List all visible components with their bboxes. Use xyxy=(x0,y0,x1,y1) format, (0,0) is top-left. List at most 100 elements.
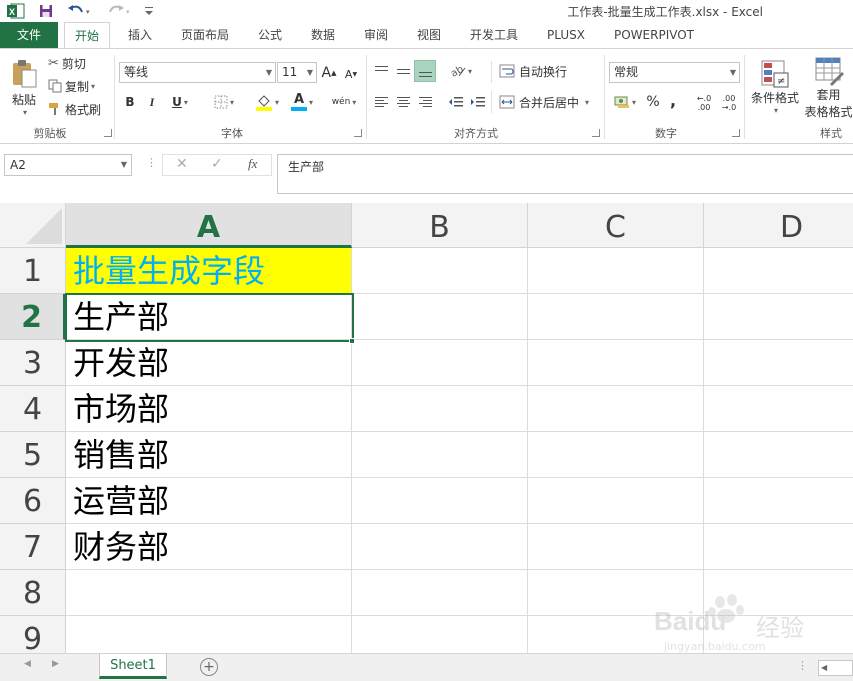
grow-font-button[interactable]: A ▲ xyxy=(321,63,337,83)
align-middle-button[interactable] xyxy=(394,61,412,81)
tab-page-layout[interactable]: 页面布局 xyxy=(172,22,238,48)
accounting-format-button[interactable]: ▾ xyxy=(610,93,640,111)
format-as-table-button[interactable]: 套用 表格格式 xyxy=(804,55,853,121)
borders-button[interactable]: ▾ xyxy=(207,93,241,111)
cell-c6[interactable] xyxy=(528,478,704,524)
enter-icon[interactable]: ✓ xyxy=(211,156,223,172)
cell-d6[interactable] xyxy=(704,478,853,524)
cell-b6[interactable] xyxy=(352,478,528,524)
italic-button[interactable]: I xyxy=(145,93,159,111)
cell-a9[interactable] xyxy=(66,616,352,653)
cell-d2[interactable] xyxy=(704,294,853,340)
number-launcher-icon[interactable] xyxy=(732,129,740,137)
cell-c5[interactable] xyxy=(528,432,704,478)
tab-powerpivot[interactable]: POWERPIVOT xyxy=(606,22,702,48)
font-launcher-icon[interactable] xyxy=(354,129,362,137)
conditional-format-button[interactable]: ≠ 条件格式 ▾ xyxy=(748,55,802,119)
cell-c4[interactable] xyxy=(528,386,704,432)
tab-data[interactable]: 数据 xyxy=(303,22,343,48)
tab-home[interactable]: 开始 xyxy=(64,22,110,48)
cell-d3[interactable] xyxy=(704,340,853,386)
tab-insert[interactable]: 插入 xyxy=(120,22,160,48)
row-header-1[interactable]: 1 xyxy=(0,248,66,294)
cell-b3[interactable] xyxy=(352,340,528,386)
select-all-button[interactable] xyxy=(0,203,66,248)
increase-decimal-button[interactable]: ←.0 .00 xyxy=(693,93,715,113)
phonetic-button[interactable]: wén ▾ xyxy=(326,93,362,111)
shrink-font-button[interactable]: A ▼ xyxy=(343,65,359,83)
cell-b7[interactable] xyxy=(352,524,528,570)
cell-a3[interactable]: 开发部 xyxy=(66,340,352,386)
orientation-button[interactable]: ab ▾ xyxy=(446,61,476,81)
bold-button[interactable]: B xyxy=(122,93,138,111)
scroll-left-icon[interactable]: ◀ xyxy=(24,659,31,669)
cell-d4[interactable] xyxy=(704,386,853,432)
cell-c7[interactable] xyxy=(528,524,704,570)
decrease-indent-button[interactable] xyxy=(446,93,464,111)
underline-button[interactable]: U ▾ xyxy=(166,93,194,111)
name-box[interactable]: A2 ▼ xyxy=(4,154,132,176)
cell-a7[interactable]: 财务部 xyxy=(66,524,352,570)
cell-b9[interactable] xyxy=(352,616,528,653)
add-sheet-icon[interactable]: + xyxy=(200,658,218,676)
cell-c1[interactable] xyxy=(528,248,704,294)
tab-formulas[interactable]: 公式 xyxy=(250,22,290,48)
tabs-splitter-icon[interactable]: ⋮ xyxy=(797,659,808,672)
row-header-5[interactable]: 5 xyxy=(0,432,66,478)
cancel-icon[interactable]: ✕ xyxy=(176,156,188,172)
cell-c2[interactable] xyxy=(528,294,704,340)
cell-a1[interactable]: 批量生成字段 xyxy=(66,248,352,294)
decrease-decimal-button[interactable]: .00 →.0 xyxy=(718,93,740,113)
cell-a2[interactable]: 生产部 xyxy=(66,294,352,340)
row-header-4[interactable]: 4 xyxy=(0,386,66,432)
tab-developer[interactable]: 开发工具 xyxy=(462,22,526,48)
wrap-text-button[interactable]: 自动换行 xyxy=(499,61,567,81)
font-size-select[interactable]: 11 ▼ xyxy=(277,62,317,83)
cell-d5[interactable] xyxy=(704,432,853,478)
tab-file[interactable]: 文件 xyxy=(0,22,58,48)
cut-button[interactable]: ✂ 剪切 xyxy=(48,54,86,72)
cell-b1[interactable] xyxy=(352,248,528,294)
fill-handle[interactable] xyxy=(349,338,355,344)
formula-input[interactable]: 生产部 xyxy=(277,154,853,194)
align-bottom-button[interactable] xyxy=(414,60,436,82)
font-name-select[interactable]: 等线 ▼ xyxy=(119,62,276,83)
scroll-right-icon[interactable]: ▶ xyxy=(52,659,59,669)
cell-b4[interactable] xyxy=(352,386,528,432)
align-center-button[interactable] xyxy=(394,93,412,111)
increase-indent-button[interactable] xyxy=(468,93,486,111)
column-header-c[interactable]: C xyxy=(528,203,704,248)
tab-review[interactable]: 审阅 xyxy=(356,22,396,48)
more-options-icon[interactable]: ⋮ xyxy=(146,156,157,169)
percent-button[interactable]: % xyxy=(644,93,662,111)
column-header-a[interactable]: A xyxy=(66,203,352,248)
sheet-tab-sheet1[interactable]: Sheet1 xyxy=(99,654,167,679)
format-painter-button[interactable]: 格式刷 xyxy=(48,100,101,118)
cell-a4[interactable]: 市场部 xyxy=(66,386,352,432)
cell-a8[interactable] xyxy=(66,570,352,616)
cell-b5[interactable] xyxy=(352,432,528,478)
row-header-6[interactable]: 6 xyxy=(0,478,66,524)
tab-view[interactable]: 视图 xyxy=(409,22,449,48)
copy-button[interactable]: 复制 ▾ xyxy=(48,77,95,95)
column-header-b[interactable]: B xyxy=(352,203,528,248)
merge-center-button[interactable]: 合并后居中 ▾ xyxy=(499,93,589,111)
cell-a5[interactable]: 销售部 xyxy=(66,432,352,478)
row-header-3[interactable]: 3 xyxy=(0,340,66,386)
column-header-d[interactable]: D xyxy=(704,203,853,248)
cell-c3[interactable] xyxy=(528,340,704,386)
cell-d1[interactable] xyxy=(704,248,853,294)
number-format-select[interactable]: 常规 ▼ xyxy=(609,62,740,83)
align-top-button[interactable] xyxy=(372,61,390,81)
scroll-left-arrow-icon[interactable]: ◀ xyxy=(821,663,827,672)
cell-b8[interactable] xyxy=(352,570,528,616)
horizontal-scrollbar[interactable]: ◀ xyxy=(818,660,853,676)
alignment-launcher-icon[interactable] xyxy=(592,129,600,137)
align-right-button[interactable] xyxy=(416,93,434,111)
row-header-8[interactable]: 8 xyxy=(0,570,66,616)
tab-plusx[interactable]: PLUSX xyxy=(538,22,594,48)
comma-button[interactable]: , xyxy=(666,91,680,110)
fill-color-button[interactable]: ▾ xyxy=(250,91,284,113)
insert-function-icon[interactable]: fx xyxy=(248,156,257,172)
paste-button[interactable]: 粘贴 ▾ xyxy=(6,53,42,123)
